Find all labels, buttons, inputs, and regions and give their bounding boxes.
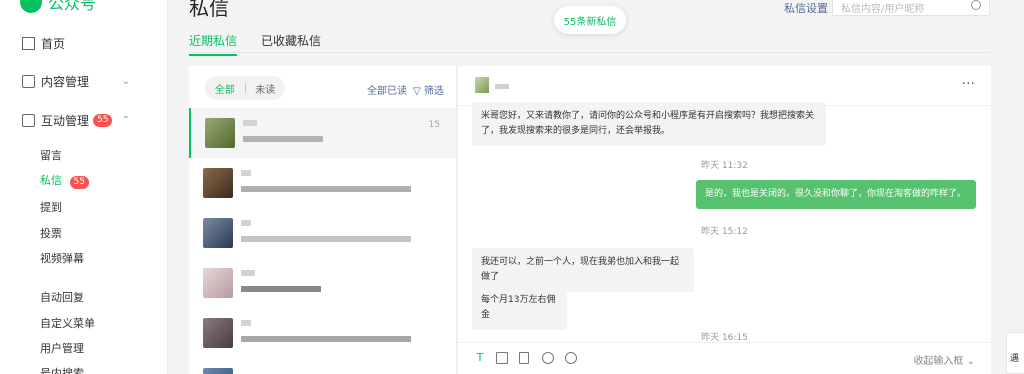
app-logo[interactable]: 公众号 xyxy=(20,0,96,14)
conversation-time: 15 xyxy=(428,120,440,130)
message-timestamp: 昨天 15:12 xyxy=(701,227,748,237)
new-messages-pill[interactable]: 55条新私信 xyxy=(554,6,626,34)
message-icon xyxy=(22,113,35,127)
blurred-name xyxy=(241,220,251,226)
blurred-preview xyxy=(241,236,411,242)
nav-vote[interactable]: 投票 xyxy=(40,225,62,241)
filter-label: 筛选 xyxy=(423,86,444,97)
search-placeholder: 私信内容/用户昵称 xyxy=(841,4,925,15)
message-outgoing: 是的，我也是关闭的。很久没和你聊了，你现在淘客做的咋样了。 xyxy=(696,180,976,209)
document-icon xyxy=(22,74,35,88)
image-icon[interactable] xyxy=(496,352,508,364)
nav-interaction-label: 互动管理 xyxy=(41,113,90,128)
chat-panel: ··· 米哥您好，又来请教你了，请问你的公众号和小程序是有开启搜索吗？我想把搜索… xyxy=(458,66,991,374)
avatar xyxy=(203,268,233,298)
avatar xyxy=(203,368,233,374)
nav-comments[interactable]: 留言 xyxy=(40,147,62,163)
collapse-input-button[interactable]: 收起输入框 ⌄ xyxy=(913,352,975,367)
nav-messages[interactable]: 私信 55 xyxy=(40,172,89,189)
avatar xyxy=(203,318,233,348)
filter-button[interactable]: ▽ 筛选 xyxy=(413,82,444,97)
nav-custom-menu[interactable]: 自定义菜单 xyxy=(40,315,95,331)
chat-user-name xyxy=(495,84,509,89)
nav-auto-reply[interactable]: 自动回复 xyxy=(40,289,84,305)
composer-toolbar: T 收起输入框 ⌄ xyxy=(458,342,991,374)
filter-all[interactable]: 全部 xyxy=(205,81,245,96)
avatar xyxy=(203,168,233,198)
nav-home-label: 首页 xyxy=(41,36,66,51)
conversation-item[interactable]: 15 xyxy=(189,108,456,158)
text-icon[interactable]: T xyxy=(474,352,486,364)
blurred-preview xyxy=(241,286,321,292)
audio-icon[interactable] xyxy=(542,352,554,364)
more-icon[interactable]: ··· xyxy=(962,76,975,92)
blurred-preview xyxy=(241,186,411,192)
blurred-name xyxy=(243,120,257,126)
blurred-name xyxy=(241,270,255,276)
message-settings-link[interactable]: 私信设置 xyxy=(784,0,828,16)
interaction-badge: 55 xyxy=(93,113,113,127)
chat-avatar[interactable] xyxy=(475,77,489,93)
wechat-logo-icon xyxy=(20,0,42,13)
avatar xyxy=(203,218,233,248)
search-input[interactable]: 私信内容/用户昵称 xyxy=(832,0,990,16)
conversation-item[interactable] xyxy=(189,308,456,358)
nav-danmu[interactable]: 视频弹幕 xyxy=(40,250,84,266)
avatar xyxy=(205,118,235,148)
nav-messages-label: 私信 xyxy=(40,174,62,187)
video-icon[interactable] xyxy=(565,352,577,364)
home-icon xyxy=(22,36,35,50)
mark-all-read-button[interactable]: 全部已读 xyxy=(367,82,407,97)
sidebar: 公众号 首页 内容管理 ⌄ 互动管理 55 ⌃ 留言 私信 55 提到 投票 视… xyxy=(0,0,168,374)
floating-side-tab[interactable]: 遇 xyxy=(1006,332,1024,374)
read-filter: 全部 未读 xyxy=(205,76,285,100)
blurred-name xyxy=(241,170,251,176)
collapse-input-label: 收起输入框 xyxy=(913,356,964,367)
conversation-item[interactable] xyxy=(189,208,456,258)
chevron-up-icon: ⌃ xyxy=(121,114,130,126)
filter-unread[interactable]: 未读 xyxy=(246,81,286,96)
nav-user-mgmt[interactable]: 用户管理 xyxy=(40,340,84,356)
conversation-item[interactable] xyxy=(189,158,456,208)
nav-mentions[interactable]: 提到 xyxy=(40,199,62,215)
chat-header: ··· xyxy=(458,66,991,106)
conversation-list: 全部 未读 全部已读 ▽ 筛选 15 xyxy=(189,66,457,374)
nav-home[interactable]: 首页 xyxy=(0,30,168,56)
message-incoming: 每个月13万左右佣金 xyxy=(472,286,567,330)
blurred-name xyxy=(241,320,251,326)
nav-content-label: 内容管理 xyxy=(41,74,90,89)
conversation-item[interactable] xyxy=(189,258,456,308)
message-incoming: 米哥您好，又来请教你了，请问你的公众号和小程序是有开启搜索吗？我想把搜索关了，我… xyxy=(472,102,826,146)
nav-content[interactable]: 内容管理 ⌄ xyxy=(0,68,168,94)
blurred-preview xyxy=(243,136,323,142)
search-icon[interactable] xyxy=(971,0,981,10)
chevron-down-icon: ⌄ xyxy=(121,75,130,87)
messages-badge: 55 xyxy=(69,176,89,189)
conversation-item[interactable] xyxy=(189,358,456,374)
floating-side-label: 遇 xyxy=(1010,354,1020,364)
app-name: 公众号 xyxy=(48,0,97,13)
message-timestamp: 昨天 11:32 xyxy=(701,161,748,171)
article-icon[interactable] xyxy=(519,352,529,364)
page-title: 私信 xyxy=(189,0,229,20)
tabs-divider xyxy=(189,52,991,53)
nav-interaction[interactable]: 互动管理 55 ⌃ xyxy=(0,107,168,133)
blurred-preview xyxy=(241,336,411,342)
nav-search[interactable]: 号内搜索 xyxy=(40,365,84,374)
